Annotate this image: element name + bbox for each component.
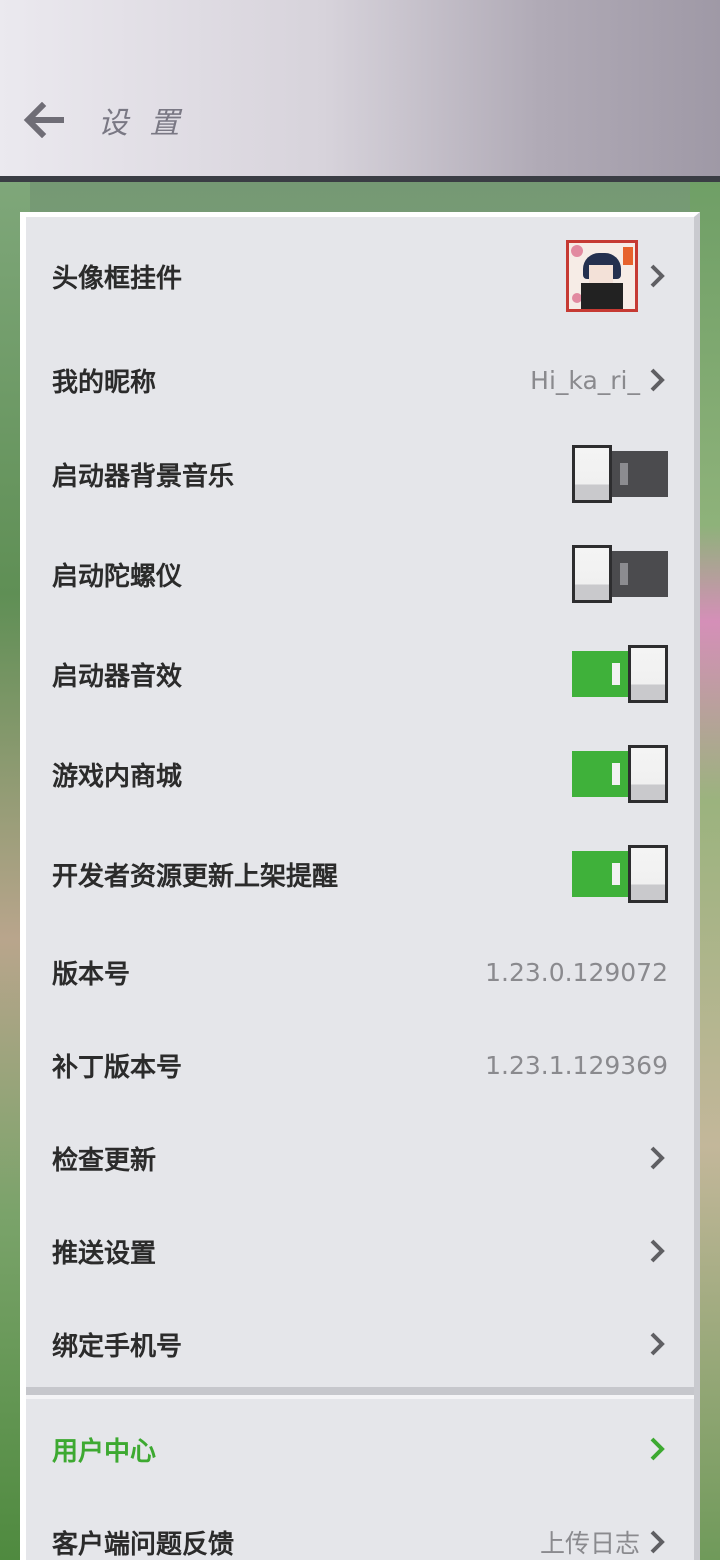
- row-version: 版本号 1.23.0.129072: [26, 924, 694, 1020]
- chevron-right-icon: [646, 261, 668, 291]
- user-center-label: 用户中心: [52, 1436, 157, 1467]
- avatar-frame-label: 头像框挂件: [52, 263, 183, 294]
- patch-version-value: 1.23.1.129369: [485, 1050, 668, 1080]
- row-nickname[interactable]: 我的昵称 Hi_ka_ri_: [26, 330, 694, 430]
- row-client-feedback[interactable]: 客户端问题反馈 上传日志: [26, 1494, 694, 1560]
- page-title: 设 置: [98, 106, 186, 141]
- upload-log-value: 上传日志: [539, 1529, 640, 1558]
- client-feedback-label: 客户端问题反馈: [52, 1529, 235, 1560]
- sound-effects-toggle[interactable]: [572, 645, 668, 703]
- header-bar: 设 置: [0, 0, 720, 176]
- patch-version-label: 补丁版本号: [52, 1052, 183, 1083]
- check-update-label: 检查更新: [52, 1145, 157, 1176]
- bind-phone-label: 绑定手机号: [52, 1331, 183, 1362]
- row-check-update[interactable]: 检查更新: [26, 1110, 694, 1206]
- gyroscope-label: 启动陀螺仪: [52, 561, 183, 592]
- row-sound-effects: 启动器音效: [26, 624, 694, 724]
- chevron-right-icon: [646, 1527, 668, 1557]
- in-game-store-label: 游戏内商城: [52, 761, 183, 792]
- push-settings-label: 推送设置: [52, 1238, 157, 1269]
- section-divider-highlight: [26, 1395, 694, 1399]
- avatar-frame-preview: [566, 240, 638, 312]
- version-value: 1.23.0.129072: [485, 957, 668, 987]
- row-bg-music: 启动器背景音乐: [26, 424, 694, 524]
- row-patch-version: 补丁版本号 1.23.1.129369: [26, 1017, 694, 1113]
- bg-music-toggle[interactable]: [572, 445, 668, 503]
- bg-music-label: 启动器背景音乐: [52, 461, 235, 492]
- back-button[interactable]: [18, 96, 70, 144]
- row-user-center[interactable]: 用户中心: [26, 1400, 694, 1498]
- dev-update-reminder-toggle[interactable]: [572, 845, 668, 903]
- row-gyroscope: 启动陀螺仪: [26, 524, 694, 624]
- row-bind-phone[interactable]: 绑定手机号: [26, 1296, 694, 1392]
- dev-update-reminder-label: 开发者资源更新上架提醒: [52, 861, 339, 892]
- gyroscope-toggle[interactable]: [572, 545, 668, 603]
- row-dev-update-reminder: 开发者资源更新上架提醒: [26, 824, 694, 924]
- section-divider: [26, 1387, 694, 1395]
- chevron-right-icon: [646, 1236, 668, 1266]
- nickname-label: 我的昵称: [52, 367, 157, 398]
- row-in-game-store: 游戏内商城: [26, 724, 694, 824]
- version-label: 版本号: [52, 959, 131, 990]
- chevron-right-icon: [646, 1434, 668, 1464]
- back-arrow-icon: [23, 102, 64, 138]
- nickname-value: Hi_ka_ri_: [530, 365, 640, 395]
- chevron-right-icon: [646, 1143, 668, 1173]
- chevron-right-icon: [646, 365, 668, 395]
- sound-effects-label: 启动器音效: [52, 661, 183, 692]
- row-push-settings[interactable]: 推送设置: [26, 1203, 694, 1299]
- row-avatar-frame[interactable]: 头像框挂件: [26, 226, 694, 326]
- header-divider: [0, 176, 720, 182]
- chevron-right-icon: [646, 1329, 668, 1359]
- in-game-store-toggle[interactable]: [572, 745, 668, 803]
